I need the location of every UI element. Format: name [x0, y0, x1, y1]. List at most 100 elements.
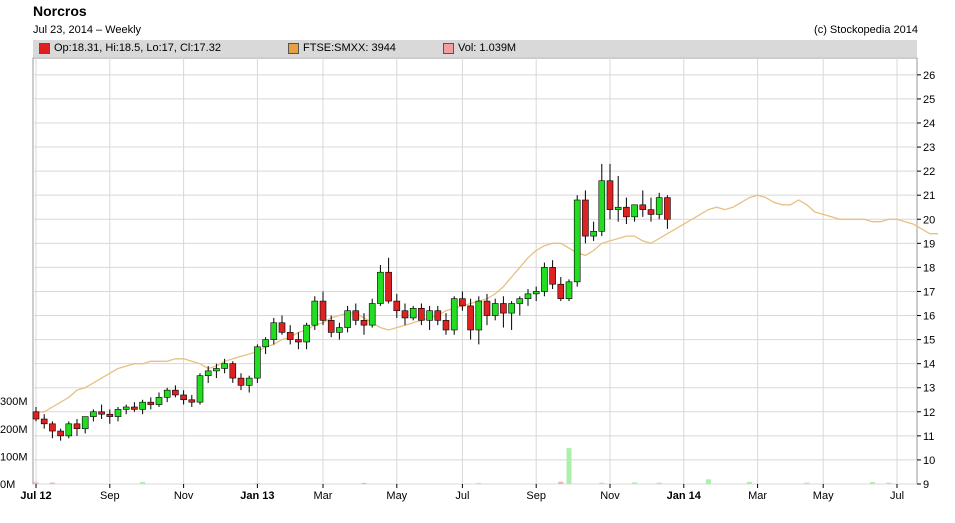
volume-bar	[886, 482, 892, 484]
candle-body	[524, 293, 532, 299]
x-tick-label: Sep	[526, 490, 546, 502]
candle-body	[114, 409, 122, 417]
x-tick-label: Sep	[100, 490, 120, 502]
plot-area	[32, 57, 918, 485]
candle-body	[237, 377, 245, 386]
volume-bar	[656, 482, 662, 484]
volume-bar	[746, 481, 752, 484]
candle-body	[180, 394, 187, 401]
volume-bar	[705, 479, 711, 484]
y-tick-label: 24	[923, 118, 935, 130]
candle-body	[303, 324, 310, 343]
y-tick-label: 23	[923, 142, 935, 154]
y-tick-label: 9	[923, 479, 929, 491]
candle-body	[163, 389, 171, 398]
volume-bar	[254, 482, 260, 484]
candle-body	[557, 283, 565, 299]
candle-body	[647, 209, 655, 215]
candle-body	[450, 298, 458, 331]
y-tick-label: 18	[923, 262, 935, 274]
candle-body	[90, 411, 97, 417]
candle-body	[155, 397, 163, 405]
x-tick-label: Mar	[314, 490, 333, 502]
candle-body	[475, 300, 483, 331]
candle-body	[549, 267, 556, 285]
candle-body	[49, 423, 56, 432]
candle-body	[65, 423, 73, 437]
x-tick-label: Jul	[890, 490, 904, 502]
candle-body	[360, 320, 368, 326]
candle-body	[270, 322, 278, 340]
volume-bar	[558, 481, 564, 484]
candle-body	[590, 230, 597, 237]
stock-chart: 9 10 11 12 13 14 15 16 17 18 19 20 21 22 23 24 25 26 Jul 1…	[0, 57, 938, 502]
volume-bar	[49, 482, 55, 484]
y-tick-label: 11	[923, 431, 934, 443]
volume-bar	[566, 448, 572, 484]
x-tick-label: Jul	[455, 490, 469, 502]
volume-tick-label: 100M	[0, 451, 28, 463]
candle-body	[532, 291, 540, 295]
candle-body	[434, 310, 442, 321]
candle-body	[131, 406, 138, 410]
candle-body	[614, 206, 622, 210]
candle-body	[196, 375, 204, 403]
candle-body	[459, 298, 466, 307]
x-tick-label: Jan 13	[240, 490, 274, 502]
candle-body	[467, 305, 474, 331]
y-tick-label: 25	[923, 94, 935, 106]
candle-body	[541, 267, 548, 292]
candle-body	[122, 406, 130, 410]
candle-body	[418, 308, 425, 321]
volume-tick-label: 200M	[0, 424, 28, 436]
candle-body	[221, 363, 228, 369]
candle-body	[442, 320, 450, 331]
candle-body	[229, 363, 237, 379]
x-tick-label: Nov	[600, 490, 620, 502]
candle-body	[655, 197, 663, 215]
volume-bar	[804, 482, 810, 484]
candle-body	[639, 204, 647, 210]
x-tick-label: Jan 14	[667, 490, 702, 502]
volume-tick-label: 300M	[0, 396, 28, 408]
candle-body	[40, 418, 48, 425]
y-tick-label: 14	[923, 359, 935, 371]
candle-body	[491, 303, 499, 316]
candle-body	[623, 206, 630, 218]
candle-body	[664, 197, 671, 220]
candle-body	[262, 339, 269, 348]
volume-bar	[33, 482, 39, 484]
x-tick-label: May	[386, 490, 407, 502]
candle-body	[483, 300, 491, 316]
candle-body	[377, 271, 384, 304]
candle-body	[516, 298, 524, 304]
x-tick-label: Nov	[174, 490, 194, 502]
y-tick-label: 26	[923, 70, 935, 82]
candle-body	[500, 303, 507, 314]
candle-body	[245, 377, 253, 386]
volume-bar	[869, 482, 875, 484]
candle-body	[426, 310, 433, 321]
y-tick-label: 15	[923, 335, 935, 347]
candle-body	[278, 322, 286, 333]
candle-body	[336, 327, 343, 333]
y-tick-label: 17	[923, 286, 935, 298]
y-tick-label: 22	[923, 166, 935, 178]
candle-body	[73, 423, 81, 429]
candle-body	[213, 368, 220, 372]
candle-body	[81, 416, 89, 429]
volume-bar	[361, 482, 367, 484]
candle-body	[327, 320, 335, 333]
candle-body	[385, 271, 392, 302]
candle-body	[598, 180, 606, 232]
candle-body	[582, 199, 589, 237]
candle-body	[139, 401, 146, 410]
candle-body	[368, 303, 376, 326]
candle-body	[57, 430, 64, 437]
volume-bar	[632, 482, 638, 484]
candle-body	[172, 389, 179, 396]
y-tick-label: 13	[923, 383, 935, 395]
volume-bar	[599, 482, 605, 484]
candle-body	[393, 300, 401, 312]
y-tick-label: 10	[923, 455, 935, 467]
